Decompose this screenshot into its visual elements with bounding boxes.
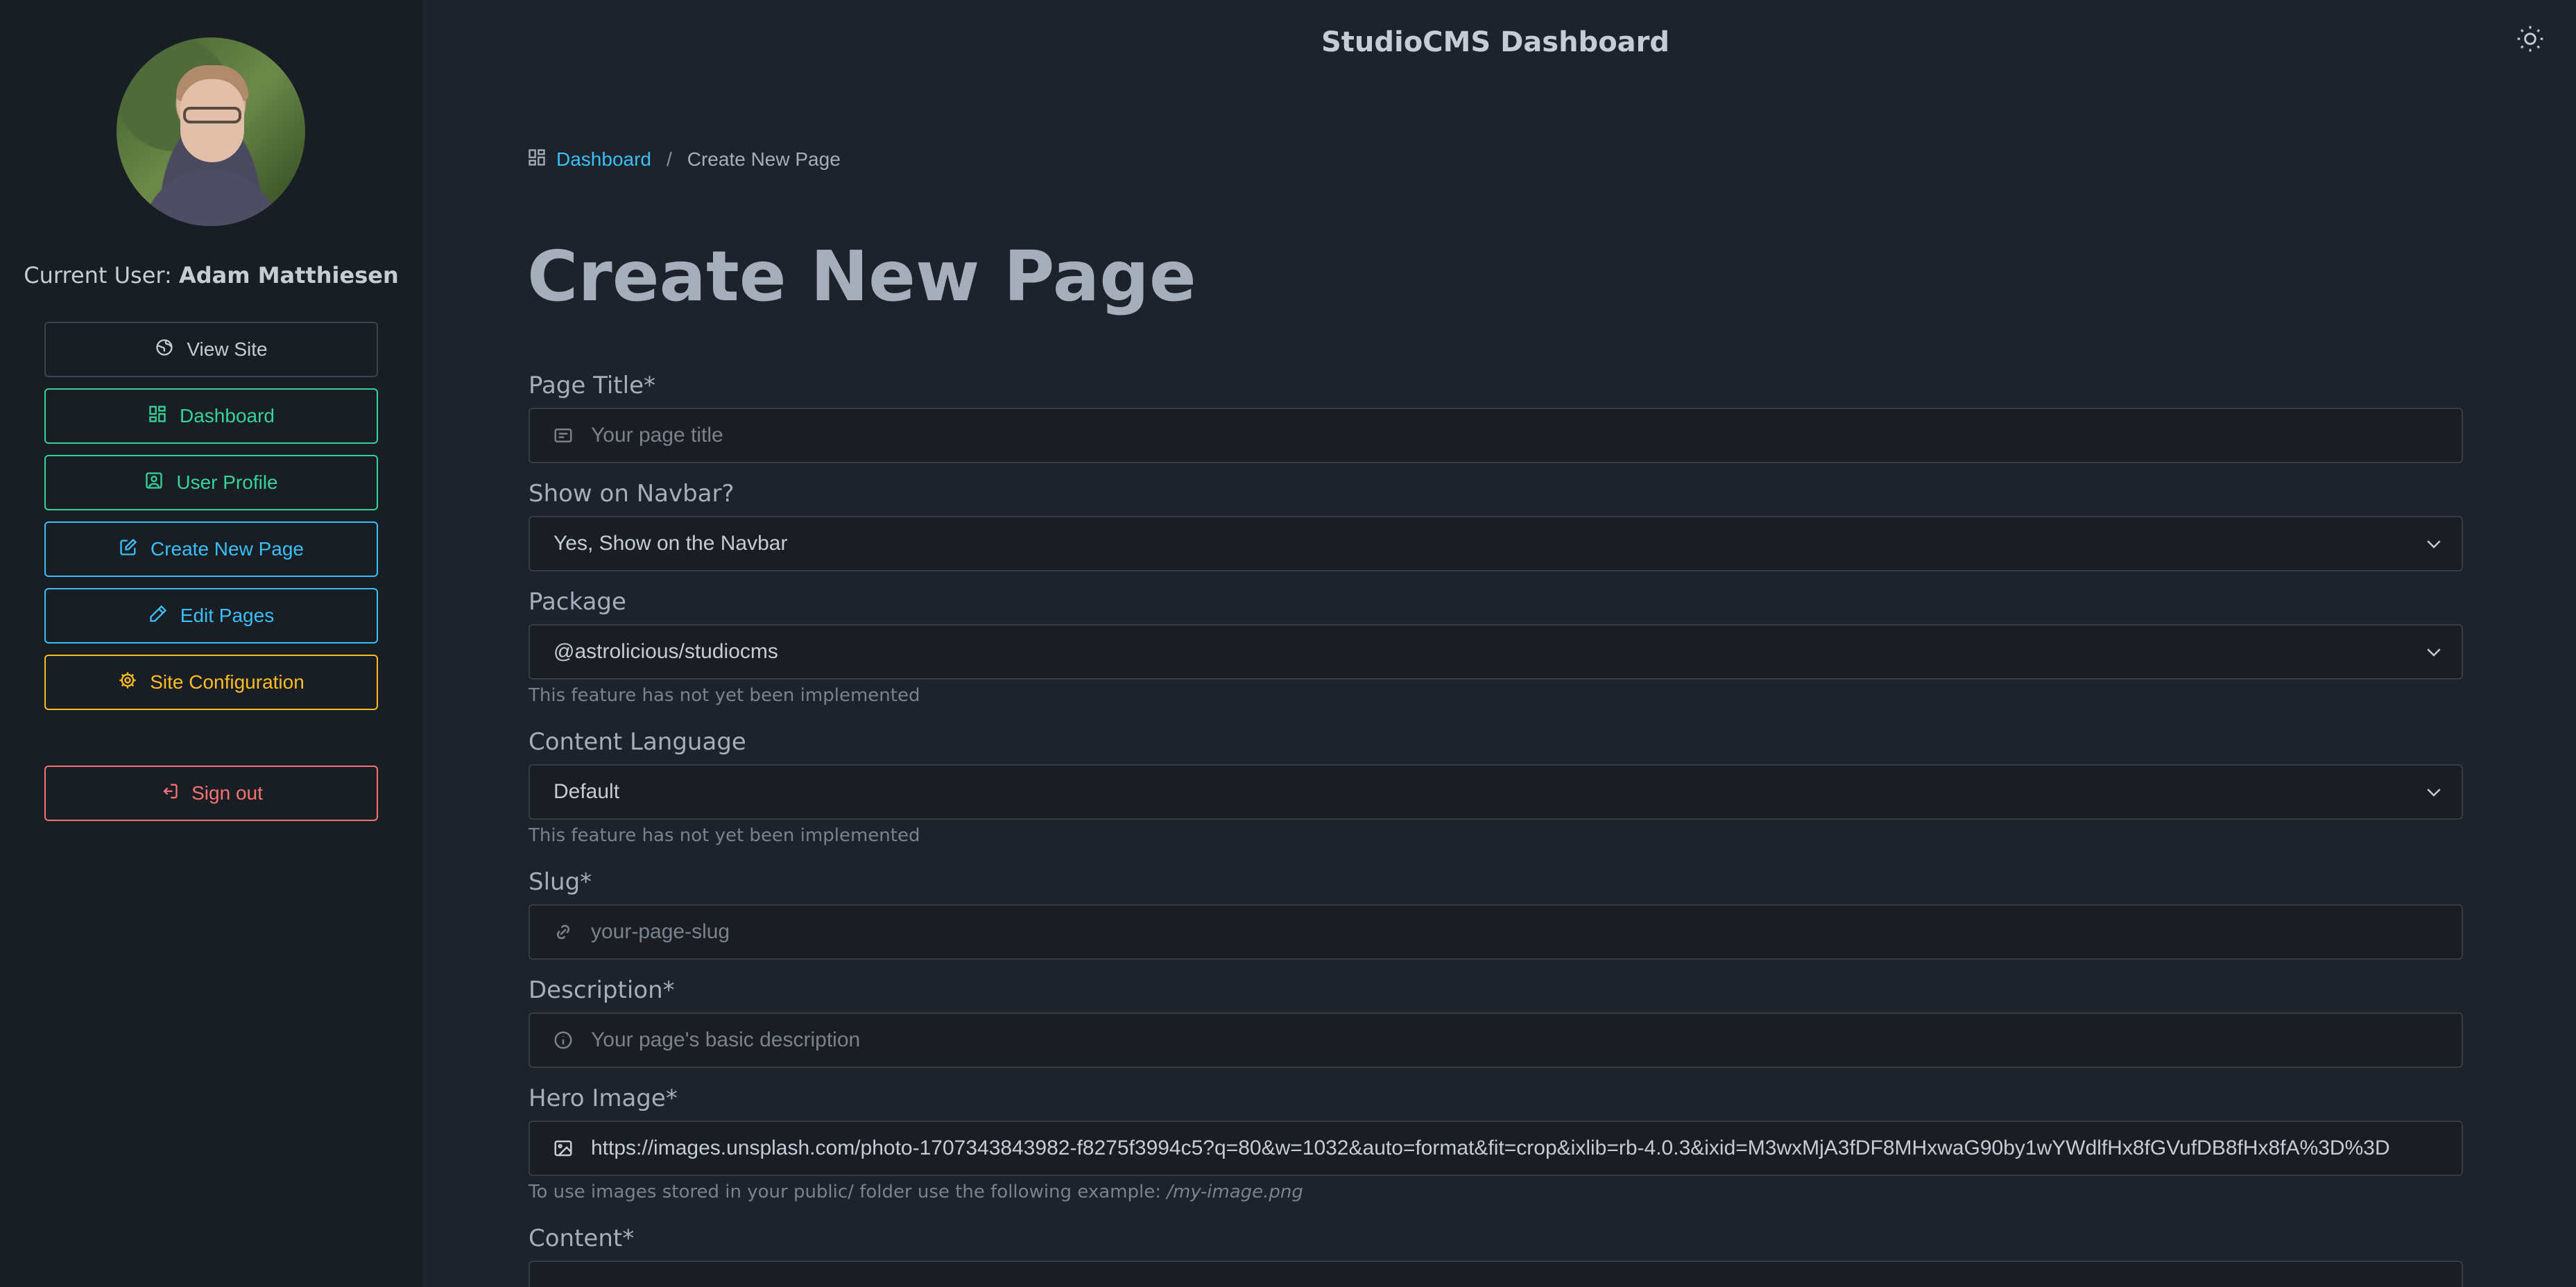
- page-title: Create New Page: [527, 236, 1196, 317]
- page-title-label: Page Title*: [529, 372, 655, 399]
- description-placeholder: Your page's basic description: [591, 1028, 861, 1051]
- description-field[interactable]: Your page's basic description: [529, 1012, 2463, 1068]
- page-title-placeholder: Your page title: [591, 424, 723, 447]
- page-title-field[interactable]: Your page title: [529, 408, 2463, 463]
- hero-image-field[interactable]: https://images.unsplash.com/photo-170734…: [529, 1121, 2463, 1176]
- slug-placeholder: your-page-slug: [591, 920, 730, 943]
- content-label: Content*: [529, 1225, 634, 1252]
- view-site-button[interactable]: View Site: [44, 322, 378, 377]
- package-hint: This feature has not yet been implemente…: [529, 685, 920, 706]
- content-language-select[interactable]: Default: [529, 764, 2463, 820]
- sign-out-icon: [160, 781, 179, 806]
- dashboard-icon: [527, 148, 547, 172]
- site-configuration-label: Site Configuration: [150, 671, 304, 693]
- sun-icon: [2515, 24, 2545, 57]
- dashboard-label: Dashboard: [180, 405, 275, 426]
- show-on-navbar-select[interactable]: Yes, Show on the Navbar: [529, 516, 2463, 571]
- page-title-label-text: Page Title: [529, 372, 644, 399]
- sign-out-label: Sign out: [191, 782, 263, 804]
- create-new-page-button[interactable]: Create New Page: [44, 521, 378, 577]
- hero-image-hint: To use images stored in your public/ fol…: [529, 1182, 1303, 1202]
- package-label: Package: [529, 588, 626, 616]
- edit-pages-button[interactable]: Edit Pages: [44, 588, 378, 644]
- create-new-page-label: Create New Page: [150, 538, 304, 560]
- image-icon: [535, 1138, 591, 1159]
- sidebar: Current User: Adam Matthiesen View Site …: [0, 0, 422, 1287]
- current-user: Current User: Adam Matthiesen: [0, 262, 422, 288]
- gear-icon: [118, 671, 137, 695]
- hero-image-label: Hero Image*: [529, 1085, 678, 1112]
- hero-image-value: https://images.unsplash.com/photo-170734…: [591, 1137, 2390, 1159]
- theme-toggle-button[interactable]: [2512, 22, 2548, 58]
- dashboard-icon: [148, 404, 167, 429]
- required-marker: *: [622, 1225, 635, 1252]
- chevron-down-icon: [2406, 641, 2462, 662]
- description-label-text: Description: [529, 976, 663, 1004]
- breadcrumb: Dashboard / Create New Page: [527, 147, 841, 172]
- header-title: StudioCMS Dashboard: [1321, 26, 1670, 58]
- required-marker: *: [643, 372, 655, 399]
- content-language-hint: This feature has not yet been implemente…: [529, 825, 920, 846]
- content-language-value: Default: [553, 780, 620, 803]
- user-profile-icon: [144, 471, 164, 495]
- content-editor[interactable]: [529, 1261, 2463, 1287]
- chevron-down-icon: [2406, 781, 2462, 802]
- view-site-label: View Site: [187, 338, 268, 360]
- description-label: Description*: [529, 976, 675, 1004]
- required-marker: *: [662, 976, 675, 1004]
- required-marker: *: [665, 1085, 678, 1112]
- hero-image-label-text: Hero Image: [529, 1085, 666, 1112]
- sign-out-button[interactable]: Sign out: [44, 766, 378, 821]
- text-icon: [535, 425, 591, 446]
- breadcrumb-dashboard-link[interactable]: Dashboard: [556, 148, 651, 171]
- user-profile-button[interactable]: User Profile: [44, 455, 378, 510]
- package-select[interactable]: @astrolicious/studiocms: [529, 624, 2463, 680]
- globe-icon: [155, 338, 174, 362]
- slug-label-text: Slug: [529, 868, 581, 896]
- current-user-name: Adam Matthiesen: [178, 262, 399, 288]
- required-marker: *: [580, 868, 592, 896]
- content-language-label: Content Language: [529, 728, 746, 756]
- show-on-navbar-value: Yes, Show on the Navbar: [553, 532, 788, 555]
- dashboard-button[interactable]: Dashboard: [44, 388, 378, 444]
- content-label-text: Content: [529, 1225, 623, 1252]
- avatar: [117, 37, 305, 226]
- slug-field[interactable]: your-page-slug: [529, 904, 2463, 960]
- edit-square-icon: [119, 537, 138, 562]
- user-profile-label: User Profile: [176, 472, 278, 493]
- current-user-label: Current User:: [24, 262, 172, 288]
- show-on-navbar-label: Show on Navbar?: [529, 480, 735, 508]
- edit-pages-label: Edit Pages: [180, 605, 275, 626]
- breadcrumb-current: Create New Page: [687, 148, 841, 170]
- site-configuration-button[interactable]: Site Configuration: [44, 655, 378, 710]
- breadcrumb-separator: /: [666, 148, 672, 170]
- slug-label: Slug*: [529, 868, 592, 896]
- chevron-down-icon: [2406, 533, 2462, 554]
- info-icon: [535, 1030, 591, 1051]
- hero-image-hint-example: /my-image.png: [1167, 1182, 1303, 1202]
- hero-image-hint-text: To use images stored in your public/ fol…: [529, 1182, 1161, 1202]
- link-icon: [535, 922, 591, 942]
- pencil-icon: [148, 604, 168, 628]
- package-value: @astrolicious/studiocms: [553, 640, 778, 663]
